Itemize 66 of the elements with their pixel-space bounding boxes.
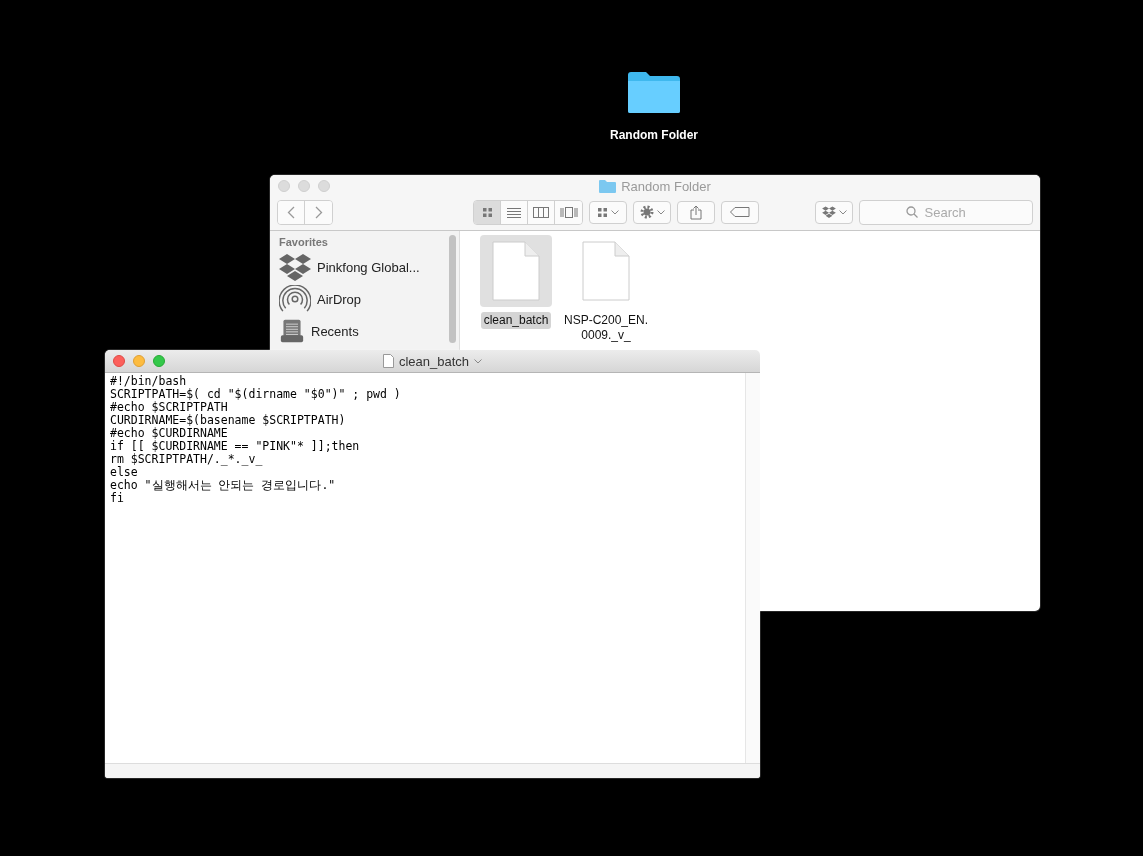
code-line: fi: [110, 492, 125, 505]
chevron-down-icon: [474, 358, 483, 364]
code-line: #echo $SCRIPTPATH: [110, 401, 229, 414]
document-icon: [582, 241, 630, 301]
close-button[interactable]: [113, 355, 125, 367]
gear-icon: [639, 205, 654, 219]
code-line: CURDIRNAME=$(basename $SCRIPTPATH): [110, 414, 347, 427]
sidebar-item[interactable]: Recents: [279, 316, 429, 346]
dropbox-button[interactable]: [815, 200, 853, 224]
folder-label: Random Folder: [610, 128, 698, 142]
search-field[interactable]: Search: [859, 199, 1033, 225]
document-icon: [492, 241, 540, 301]
sidebar-item[interactable]: Pinkfong Global...: [279, 252, 429, 282]
minimize-button[interactable]: [133, 355, 145, 367]
share-button[interactable]: [677, 200, 715, 224]
back-button[interactable]: [278, 200, 305, 224]
recents-icon: [279, 319, 305, 343]
scrollbar[interactable]: [449, 235, 456, 343]
code-line: #echo $CURDIRNAME: [110, 427, 229, 440]
chevron-down-icon: [656, 209, 665, 215]
search-input[interactable]: Search: [922, 203, 987, 221]
chevron-down-icon: [611, 209, 619, 215]
gallery-icon: [559, 206, 578, 218]
folder-icon: [599, 179, 617, 193]
sidebar-heading: Favorites: [279, 236, 329, 248]
tag-icon: [730, 207, 750, 217]
forward-button[interactable]: [305, 200, 332, 224]
airdrop-icon: [279, 285, 311, 313]
columns-icon: [533, 206, 549, 218]
file-name[interactable]: NSP-C200_EN. 0009._v_: [561, 312, 652, 344]
share-icon: [690, 204, 702, 220]
code-line: else: [110, 466, 138, 479]
chevron-left-icon: [287, 205, 295, 219]
code-line: #!/bin/bash: [110, 375, 188, 388]
code-line: echo "실행해서는 안되는 경로입니다.": [110, 479, 337, 492]
code-line: if [[ $CURDIRNAME == "PINK"* ]];then: [110, 440, 361, 453]
dropbox-icon: [821, 206, 836, 218]
chevron-right-icon: [314, 205, 323, 219]
grid-icon: [481, 206, 493, 218]
view-mode-button[interactable]: [528, 200, 555, 224]
code-line: rm $SCRIPTPATH/._*._v_: [110, 453, 264, 466]
zoom-button[interactable]: [153, 355, 165, 367]
document-icon: [382, 354, 394, 368]
action-button[interactable]: [633, 200, 671, 224]
zoom-button[interactable]: [318, 180, 330, 192]
view-mode-button[interactable]: [474, 200, 501, 224]
arrange-button[interactable]: [589, 200, 627, 224]
list-icon: [507, 206, 521, 218]
sidebar-item[interactable]: AirDrop: [279, 284, 429, 314]
code-line: SCRIPTPATH=$( cd "$(dirname "$0")" ; pwd ): [110, 388, 402, 401]
window-title: Random Folder: [621, 178, 711, 194]
view-mode-button[interactable]: [555, 200, 582, 224]
sidebar-label: Pinkfong Global...: [317, 259, 420, 275]
view-mode-button[interactable]: [501, 200, 528, 224]
sidebar-label: Recents: [311, 323, 359, 339]
sidebar-label: AirDrop: [317, 291, 362, 307]
folder-icon[interactable]: [627, 70, 681, 114]
file-thumbnail[interactable]: [480, 235, 552, 307]
minimize-button[interactable]: [298, 180, 310, 192]
window-title: clean_batch: [398, 353, 470, 369]
file-name[interactable]: clean_batch: [480, 312, 552, 329]
tag-button[interactable]: [721, 200, 759, 224]
grid-icon: [597, 206, 608, 218]
chevron-down-icon: [838, 209, 847, 215]
dropbox-icon: [279, 253, 311, 281]
search-icon: [905, 206, 918, 218]
